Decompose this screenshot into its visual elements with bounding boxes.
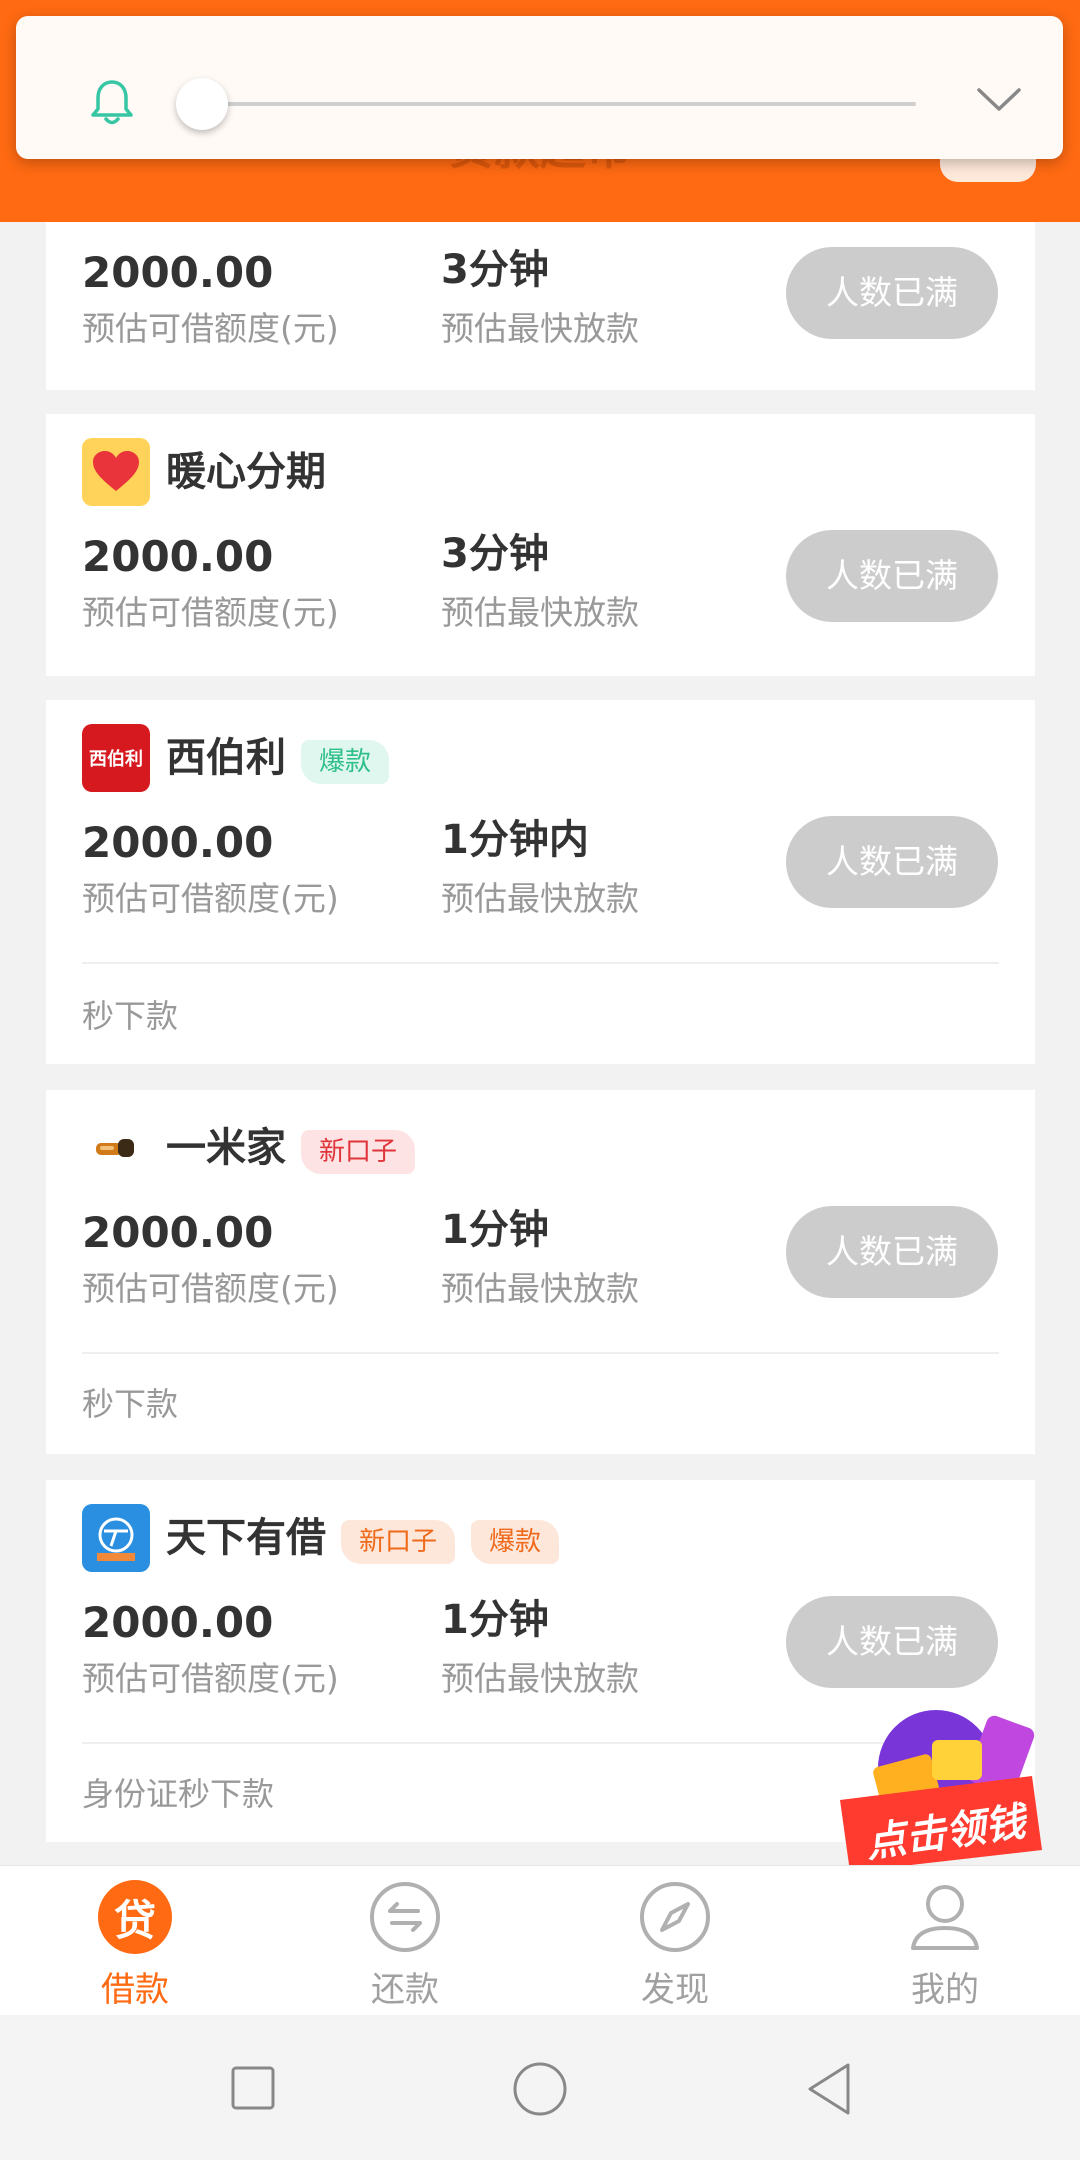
notification-slider-track[interactable] xyxy=(186,102,916,106)
loan-amount-label: 预估可借额度(元) xyxy=(82,593,339,632)
bottom-tab-bar: 贷 借款 还款 发现 我的 xyxy=(0,1865,1080,2016)
loan-app-name: 暖心分期 xyxy=(166,449,326,495)
heart-icon xyxy=(93,451,139,491)
loan-card[interactable]: 一米家 新口子 2000.00 预估可借额度(元) 1分钟 预估最快放款 人数已… xyxy=(46,1090,1035,1454)
loan-time-label: 预估最快放款 xyxy=(441,1659,639,1698)
loan-card[interactable]: 暖心分期 2000.00 预估可借额度(元) 3分钟 预估最快放款 人数已满 xyxy=(46,414,1035,676)
loan-app-logo-text: 西伯利 xyxy=(89,749,143,770)
loan-amount: 2000.00 xyxy=(82,532,274,581)
loan-amount: 2000.00 xyxy=(82,1208,274,1257)
loan-card[interactable]: 西伯利 西伯利 爆款 2000.00 预估可借额度(元) 1分钟内 预估最快放款… xyxy=(46,700,1035,1064)
loan-time-label: 预估最快放款 xyxy=(441,1269,639,1308)
hot-tag: 爆款 xyxy=(301,740,390,784)
globe-icon xyxy=(97,1517,135,1561)
loan-time-label: 预估最快放款 xyxy=(441,879,639,918)
loan-app-logo xyxy=(82,438,150,506)
loan-amount-label: 预估可借额度(元) xyxy=(82,309,339,348)
loan-amount: 2000.00 xyxy=(82,1598,274,1647)
repay-icon xyxy=(370,1882,440,1952)
new-tag: 新口子 xyxy=(341,1520,456,1564)
recents-icon[interactable] xyxy=(230,2065,276,2111)
tab-profile[interactable]: 我的 xyxy=(810,1866,1080,2016)
loan-note: 身份证秒下款 xyxy=(82,1775,275,1813)
loan-note: 秒下款 xyxy=(82,997,179,1035)
loan-app-name: 西伯利 xyxy=(166,735,286,781)
loan-app-name: 天下有借 xyxy=(166,1515,326,1561)
loan-time: 1分钟 xyxy=(441,1597,549,1643)
promo-floating-button[interactable]: 点击领钱 xyxy=(836,1700,1048,1872)
system-navigation-bar xyxy=(0,2015,1080,2160)
pointing-hand-icon xyxy=(96,1139,134,1157)
tab-repay[interactable]: 还款 xyxy=(270,1866,540,2016)
loan-app-logo: 西伯利 xyxy=(82,724,150,792)
loan-amount-label: 预估可借额度(元) xyxy=(82,1659,339,1698)
loan-app-name: 一米家 xyxy=(166,1125,286,1171)
loan-time: 3分钟 xyxy=(441,531,549,577)
tab-label: 还款 xyxy=(371,1970,439,2010)
chevron-down-icon[interactable] xyxy=(976,86,1022,118)
loan-time: 1分钟 xyxy=(441,1207,549,1253)
loan-time-label: 预估最快放款 xyxy=(441,593,639,632)
tab-loan[interactable]: 贷 借款 xyxy=(0,1866,270,2016)
loan-card[interactable]: 2000.00 预估可借额度(元) 3分钟 预估最快放款 人数已满 xyxy=(46,222,1035,390)
loan-amount: 2000.00 xyxy=(82,818,274,867)
apply-button[interactable]: 人数已满 xyxy=(786,816,998,908)
loan-time-label: 预估最快放款 xyxy=(441,309,639,348)
apply-button[interactable]: 人数已满 xyxy=(786,530,998,622)
discover-icon xyxy=(640,1882,710,1952)
hot-tag: 爆款 xyxy=(471,1520,560,1564)
notification-slider-knob[interactable] xyxy=(176,78,228,130)
profile-icon xyxy=(911,1885,979,1950)
loan-amount-label: 预估可借额度(元) xyxy=(82,1269,339,1308)
loan-icon-glyph: 贷 xyxy=(113,1895,156,1945)
loan-time: 3分钟 xyxy=(441,247,549,293)
home-icon[interactable] xyxy=(512,2061,568,2117)
new-tag: 新口子 xyxy=(301,1130,416,1174)
loan-app-logo xyxy=(82,1504,150,1572)
tab-label: 发现 xyxy=(641,1970,709,2010)
apply-button[interactable]: 人数已满 xyxy=(786,247,998,339)
notification-panel xyxy=(16,16,1063,159)
loan-note: 秒下款 xyxy=(82,1385,179,1423)
card-divider xyxy=(82,1352,999,1354)
loan-time: 1分钟内 xyxy=(441,817,589,863)
loan-icon: 贷 xyxy=(98,1880,172,1954)
card-divider xyxy=(82,962,999,964)
loan-amount-label: 预估可借额度(元) xyxy=(82,879,339,918)
loan-amount: 2000.00 xyxy=(82,248,274,297)
loan-app-logo xyxy=(82,1114,150,1182)
tab-discover[interactable]: 发现 xyxy=(540,1866,810,2016)
tab-label: 我的 xyxy=(911,1970,979,2010)
bell-icon[interactable] xyxy=(86,76,138,132)
apply-button[interactable]: 人数已满 xyxy=(786,1206,998,1298)
loan-list: 2000.00 预估可借额度(元) 3分钟 预估最快放款 人数已满 暖心分期 2… xyxy=(46,222,1035,1842)
back-icon[interactable] xyxy=(804,2061,854,2117)
tab-label: 借款 xyxy=(101,1970,169,2010)
apply-button[interactable]: 人数已满 xyxy=(786,1596,998,1688)
